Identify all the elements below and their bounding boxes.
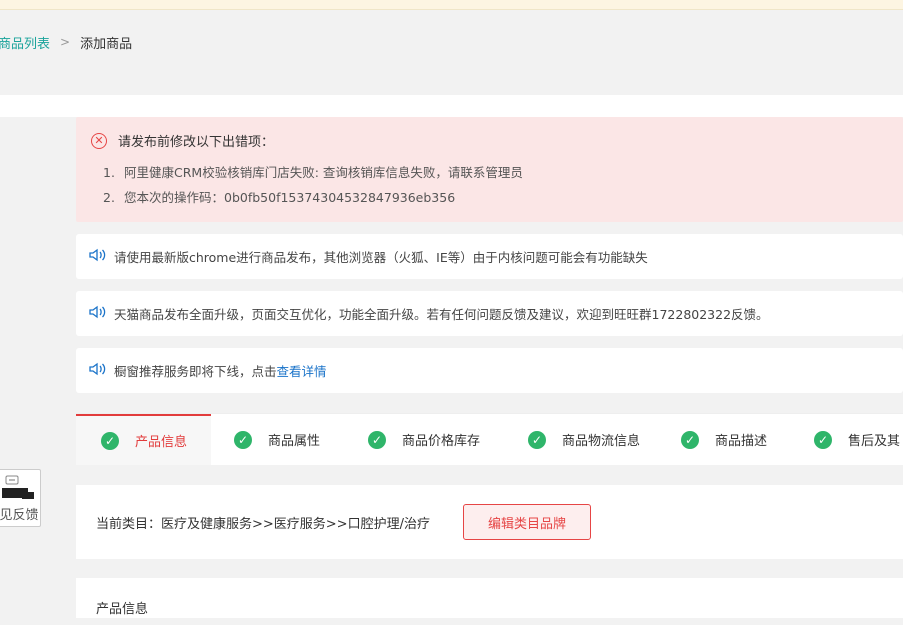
check-icon: ✓ <box>528 430 546 449</box>
view-details-link[interactable]: 查看详情 <box>277 361 327 380</box>
feedback-icon <box>1 475 34 499</box>
tab-label: 售后及其 <box>848 434 901 449</box>
notice-text: 请使用最新版chrome进行商品发布，其他浏览器（火狐、IE等）由于内核问题可能… <box>114 250 648 265</box>
notice-showcase: 橱窗推荐服务即将下线，点击 查看详情 <box>76 348 903 393</box>
error-item-number: 1. <box>103 165 115 180</box>
product-info-section: 产品信息 <box>76 578 903 618</box>
check-icon: ✓ <box>681 430 699 449</box>
error-title: ✕ 请发布前修改以下出错项： <box>91 131 903 150</box>
error-title-text: 请发布前修改以下出错项： <box>118 135 275 150</box>
breadcrumb-current: 添加商品 <box>80 36 133 52</box>
tab-price-stock[interactable]: ✓ 商品价格库存 <box>345 414 506 465</box>
tab-description[interactable]: ✓ 商品描述 <box>658 414 792 465</box>
tab-logistics[interactable]: ✓ 商品物流信息 <box>506 414 658 465</box>
edit-category-brand-button[interactable]: 编辑类目品牌 <box>462 504 591 540</box>
breadcrumb: 商品列表 > 添加商品 <box>0 10 903 74</box>
speaker-icon <box>89 362 106 375</box>
category-bar: 当前类目：医疗及健康服务>>医疗服务>>口腔护理/治疗 编辑类目品牌 <box>76 485 903 559</box>
tab-label: 商品属性 <box>268 434 321 449</box>
error-item-text: 您本次的操作码：0b0fb50f15374304532847936eb356 <box>124 190 456 205</box>
section-title: 产品信息 <box>96 602 149 617</box>
error-item-text: 阿里健康CRM校验核销库门店失败: 查询核销库信息失败，请联系管理员 <box>124 165 523 180</box>
error-item-number: 2. <box>103 190 115 205</box>
tab-product-info[interactable]: ✓ 产品信息 <box>76 414 211 465</box>
error-item: 1. 阿里健康CRM校验核销库门店失败: 查询核销库信息失败，请联系管理员 <box>103 160 903 185</box>
breadcrumb-separator: > <box>60 35 71 49</box>
tab-label: 商品价格库存 <box>402 434 481 449</box>
notice-text: 橱窗推荐服务即将下线，点击 <box>114 364 277 379</box>
speaker-icon <box>89 305 106 318</box>
step-tabs: ✓ 产品信息 ✓ 商品属性 ✓ 商品价格库存 ✓ 商品物流信息 ✓ 商品描述 ✓… <box>76 413 903 465</box>
error-item: 2. 您本次的操作码：0b0fb50f15374304532847936eb356 <box>103 185 903 210</box>
notice-upgrade: 天猫商品发布全面升级，页面交互优化，功能全面升级。若有任何问题反馈及建议，欢迎到… <box>76 291 903 336</box>
speaker-icon <box>89 248 106 261</box>
notice-chrome: 请使用最新版chrome进行商品发布，其他浏览器（火狐、IE等）由于内核问题可能… <box>76 234 903 279</box>
tab-label: 商品描述 <box>715 434 768 449</box>
error-box: ✕ 请发布前修改以下出错项： 1. 阿里健康CRM校验核销库门店失败: 查询核销库… <box>76 117 903 222</box>
check-icon: ✓ <box>368 430 386 449</box>
main-content: ✕ 请发布前修改以下出错项： 1. 阿里健康CRM校验核销库门店失败: 查询核销库… <box>76 117 903 618</box>
top-notice-strip <box>0 0 903 10</box>
check-icon: ✓ <box>101 431 119 450</box>
check-icon: ✓ <box>234 430 252 449</box>
tab-after-sales[interactable]: ✓ 售后及其 <box>792 414 903 465</box>
breadcrumb-product-list-link[interactable]: 商品列表 <box>0 33 50 52</box>
tab-label: 产品信息 <box>135 435 188 450</box>
feedback-widget[interactable]: 意见反馈 <box>0 469 41 527</box>
feedback-label: 意见反馈 <box>0 508 39 523</box>
check-icon: ✓ <box>814 430 832 449</box>
error-circle-icon: ✕ <box>91 132 107 149</box>
tab-label: 商品物流信息 <box>562 434 641 449</box>
header-spacer <box>0 95 903 117</box>
tab-item-attributes[interactable]: ✓ 商品属性 <box>211 414 345 465</box>
notice-text: 天猫商品发布全面升级，页面交互优化，功能全面升级。若有任何问题反馈及建议，欢迎到… <box>114 307 769 322</box>
current-category-text: 当前类目：医疗及健康服务>>医疗服务>>口腔护理/治疗 <box>96 516 430 532</box>
error-list: 1. 阿里健康CRM校验核销库门店失败: 查询核销库信息失败，请联系管理员 2. 您… <box>91 160 903 210</box>
